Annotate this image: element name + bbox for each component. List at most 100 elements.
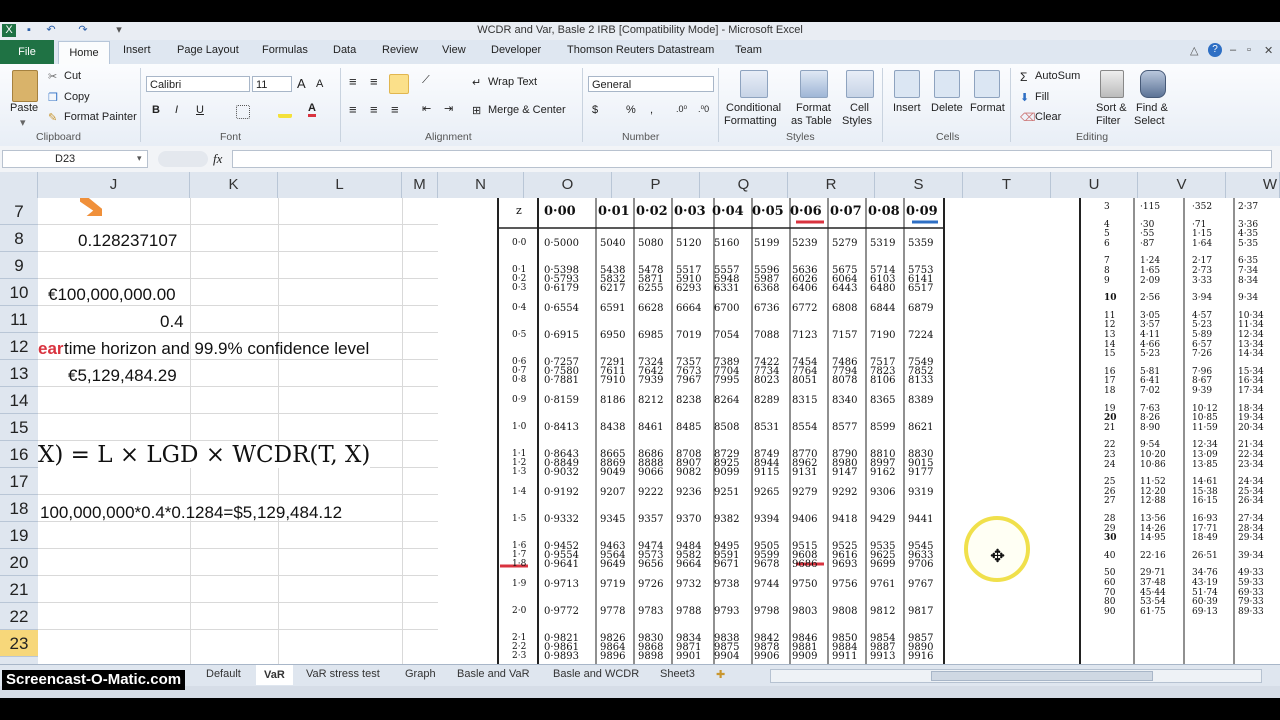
tab-developer[interactable]: Developer xyxy=(491,44,541,56)
delete-cells-button[interactable]: Delete xyxy=(931,102,963,114)
align-right-icon[interactable]: ≡ xyxy=(391,102,399,117)
column-header[interactable]: N xyxy=(438,172,524,198)
decrease-decimal-icon[interactable]: .⁰0 xyxy=(698,104,709,115)
tab-data[interactable]: Data xyxy=(333,44,356,56)
column-header[interactable]: S xyxy=(875,172,963,198)
row-header[interactable]: 22 xyxy=(0,603,38,630)
row-header[interactable]: 20 xyxy=(0,549,38,576)
row-header[interactable]: 10 xyxy=(0,279,38,306)
row-header[interactable]: 13 xyxy=(0,360,38,387)
sheet-tab[interactable]: Basle and WCDR xyxy=(553,668,639,680)
column-header[interactable]: V xyxy=(1138,172,1226,198)
percent-style-icon[interactable]: % xyxy=(626,104,636,116)
format-as-table-icon[interactable] xyxy=(800,70,828,98)
sheet-tab[interactable]: VaR stress test xyxy=(306,668,380,680)
cell-J18[interactable]: 100,000,000*0.4*0.1284=$5,129,484.12 xyxy=(40,503,342,523)
underline-button[interactable]: U xyxy=(196,104,204,116)
tab-datastream[interactable]: Thomson Reuters Datastream xyxy=(567,44,714,56)
select-all-corner[interactable] xyxy=(0,172,38,198)
help-icon[interactable]: ? xyxy=(1208,43,1222,57)
tab-review[interactable]: Review xyxy=(382,44,418,56)
cell-J11[interactable]: 0.4 xyxy=(160,312,184,332)
align-left-icon[interactable]: ≡ xyxy=(349,102,357,117)
paste-button[interactable]: Paste xyxy=(10,102,38,114)
cut-button[interactable]: Cut xyxy=(64,70,81,82)
cell-styles-label2[interactable]: Styles xyxy=(842,115,872,127)
cell-J8[interactable]: 0.128237107 xyxy=(78,231,177,251)
merge-center-icon[interactable]: ⊞ xyxy=(472,104,481,117)
formula-input[interactable] xyxy=(232,150,1272,168)
orientation-icon[interactable]: ⟋ xyxy=(422,74,430,87)
tab-view[interactable]: View xyxy=(442,44,466,56)
name-box[interactable]: D23 xyxy=(2,150,148,168)
font-color-icon[interactable]: A xyxy=(308,102,316,117)
insert-cells-icon[interactable] xyxy=(894,70,920,98)
italic-button[interactable]: I xyxy=(175,104,178,116)
cell-grid[interactable]: 0.128237107 €100,000,000.00 0.4 ear time… xyxy=(38,198,438,664)
row-header[interactable]: 15 xyxy=(0,414,38,441)
insert-cells-button[interactable]: Insert xyxy=(893,102,921,114)
paste-icon[interactable] xyxy=(12,70,38,102)
clear-button[interactable]: Clear xyxy=(1035,111,1061,123)
fill-icon[interactable]: ⬇ xyxy=(1020,91,1029,104)
row-header[interactable]: 9 xyxy=(0,252,38,279)
minimize-ribbon-icon[interactable]: △ xyxy=(1190,44,1198,57)
autosum-button[interactable]: AutoSum xyxy=(1035,70,1080,82)
window-minimize-icon[interactable]: – xyxy=(1230,44,1236,56)
font-name-select[interactable]: Calibri xyxy=(146,76,250,92)
column-header[interactable]: K xyxy=(190,172,278,198)
font-size-select[interactable]: 11 xyxy=(252,76,292,92)
conditional-formatting-label[interactable]: Conditional xyxy=(726,102,781,114)
cell-styles-label[interactable]: Cell xyxy=(850,102,869,114)
window-restore-icon[interactable]: ▫ xyxy=(1247,44,1251,56)
column-header[interactable]: R xyxy=(788,172,875,198)
align-center-icon[interactable]: ≡ xyxy=(370,102,378,117)
column-header[interactable]: L xyxy=(278,172,402,198)
paste-dropdown-icon[interactable]: ▾ xyxy=(20,116,26,129)
format-cells-button[interactable]: Format xyxy=(970,102,1005,114)
sort-filter-icon[interactable] xyxy=(1100,70,1124,98)
increase-indent-icon[interactable]: ⇥ xyxy=(444,102,453,115)
wrap-text-button[interactable]: Wrap Text xyxy=(488,76,537,88)
row-header[interactable]: 21 xyxy=(0,576,38,603)
window-close-icon[interactable]: ✕ xyxy=(1264,44,1273,57)
insert-function-icon[interactable]: fx xyxy=(213,151,222,167)
row-header[interactable]: 18 xyxy=(0,495,38,522)
cell-J10[interactable]: €100,000,000.00 xyxy=(48,285,176,305)
tab-team[interactable]: Team xyxy=(735,44,762,56)
cell-J12[interactable]: time horizon and 99.9% confidence level xyxy=(64,339,369,359)
sort-filter-label[interactable]: Sort & xyxy=(1096,102,1127,114)
column-header[interactable]: J xyxy=(38,172,190,198)
binoculars-icon[interactable] xyxy=(1140,70,1166,98)
grow-font-icon[interactable]: A xyxy=(297,76,306,91)
bold-button[interactable]: B xyxy=(152,104,160,116)
row-header-active[interactable]: 23 xyxy=(0,630,38,657)
row-header[interactable]: 7 xyxy=(0,198,38,225)
tab-home[interactable]: Home xyxy=(58,41,110,65)
wrap-text-icon[interactable]: ↵ xyxy=(472,76,481,89)
row-header[interactable]: 16 xyxy=(0,441,38,468)
column-header[interactable]: T xyxy=(963,172,1051,198)
horizontal-scrollbar[interactable] xyxy=(770,669,1262,683)
fill-button[interactable]: Fill xyxy=(1035,91,1049,103)
row-header[interactable]: 8 xyxy=(0,225,38,252)
sheet-tab-active[interactable]: VaR xyxy=(256,665,293,685)
sheet-tab[interactable]: Default xyxy=(206,668,241,680)
tab-page-layout[interactable]: Page Layout xyxy=(177,44,239,56)
column-header[interactable]: P xyxy=(612,172,700,198)
format-painter-icon[interactable]: ✎ xyxy=(48,111,57,124)
sort-filter-label2[interactable]: Filter xyxy=(1096,115,1120,127)
tab-file[interactable]: File xyxy=(0,40,54,64)
row-header[interactable]: 11 xyxy=(0,306,38,333)
column-header[interactable]: M xyxy=(402,172,438,198)
format-as-table-label2[interactable]: as Table xyxy=(791,115,832,127)
accounting-format-icon[interactable]: $ xyxy=(592,104,598,116)
row-header[interactable]: 17 xyxy=(0,468,38,495)
number-format-select[interactable]: General xyxy=(588,76,714,92)
conditional-formatting-icon[interactable] xyxy=(740,70,768,98)
find-select-label2[interactable]: Select xyxy=(1134,115,1165,127)
tab-insert[interactable]: Insert xyxy=(123,44,151,56)
cell-J13[interactable]: €5,129,484.29 xyxy=(68,366,177,386)
sheet-tab[interactable]: Sheet3 xyxy=(660,668,695,680)
cell-styles-icon[interactable] xyxy=(846,70,874,98)
